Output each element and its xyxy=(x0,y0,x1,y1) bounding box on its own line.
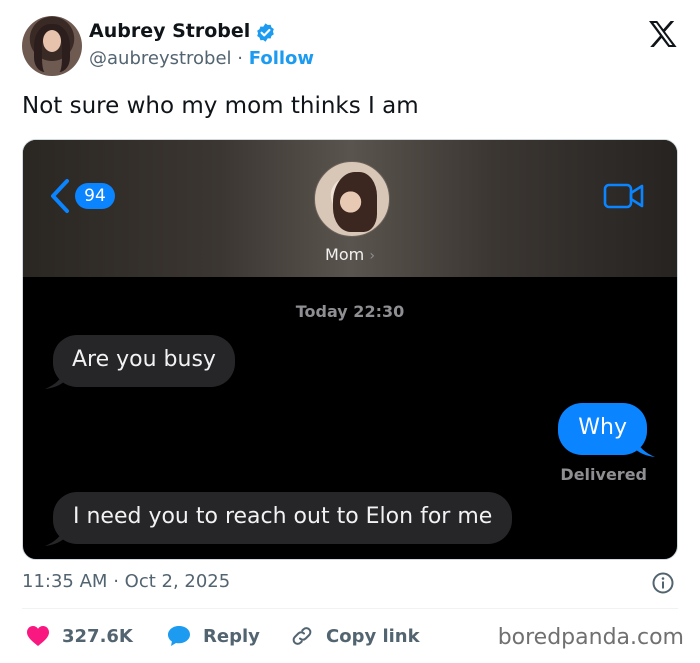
author-name[interactable]: Aubrey Strobel xyxy=(89,20,250,42)
messages-header: 94 Mom › xyxy=(23,140,677,277)
verified-badge-icon xyxy=(257,23,274,42)
unread-count-badge[interactable]: 94 xyxy=(75,183,115,209)
bubble-tail xyxy=(635,439,655,457)
message-bubble-incoming[interactable]: Are you busy xyxy=(53,335,235,387)
reply-icon xyxy=(168,626,190,646)
handle-separator: · xyxy=(237,48,244,69)
copy-link-button[interactable]: Copy link xyxy=(290,622,420,650)
bubble-tail xyxy=(45,528,65,546)
copy-link-label: Copy link xyxy=(326,625,420,647)
tweet-time[interactable]: 11:35 AM xyxy=(22,571,107,592)
source-watermark: boredpanda.com xyxy=(497,625,684,650)
bubble-tail xyxy=(45,371,65,389)
tweet-meta: 11:35 AM · Oct 2, 2025 xyxy=(22,571,230,592)
author-avatar[interactable] xyxy=(22,16,82,76)
contact-name-row[interactable]: Mom › xyxy=(23,245,677,264)
contact-name: Mom xyxy=(325,245,365,264)
message-bubble-incoming[interactable]: I need you to reach out to Elon for me xyxy=(53,492,513,544)
avatar-face xyxy=(43,30,61,52)
contact-avatar[interactable] xyxy=(314,161,390,237)
x-logo-icon[interactable] xyxy=(648,20,678,48)
back-chevron-icon[interactable] xyxy=(49,178,71,214)
video-call-icon[interactable] xyxy=(603,182,645,210)
tweet-text: Not sure who my mom thinks I am xyxy=(22,93,419,119)
contact-chevron-icon: › xyxy=(369,248,375,264)
info-icon[interactable] xyxy=(652,572,674,594)
author-handle[interactable]: @aubreystrobel xyxy=(89,48,232,69)
divider xyxy=(22,608,678,609)
meta-separator: · xyxy=(113,571,119,592)
follow-button[interactable]: Follow xyxy=(249,48,314,69)
delivery-status: Delivered xyxy=(560,465,647,484)
heart-icon xyxy=(27,626,49,646)
embedded-screenshot[interactable]: 94 Mom › Today 22:30 Are you busy Why De… xyxy=(22,139,678,560)
handle-row: @aubreystrobel · Follow xyxy=(89,48,314,69)
tweet-header: Aubrey Strobel @aubreystrobel · Follow xyxy=(22,16,682,78)
link-icon xyxy=(292,627,312,645)
reply-label: Reply xyxy=(203,625,260,647)
like-button[interactable]: 327.6K xyxy=(26,622,133,650)
contact-avatar-portrait xyxy=(333,172,377,232)
reply-button[interactable]: Reply xyxy=(167,622,260,650)
like-count: 327.6K xyxy=(62,625,133,647)
conversation-timestamp: Today 22:30 xyxy=(295,302,405,321)
message-bubble-outgoing[interactable]: Why xyxy=(558,403,647,455)
tweet-date[interactable]: Oct 2, 2025 xyxy=(125,571,231,592)
